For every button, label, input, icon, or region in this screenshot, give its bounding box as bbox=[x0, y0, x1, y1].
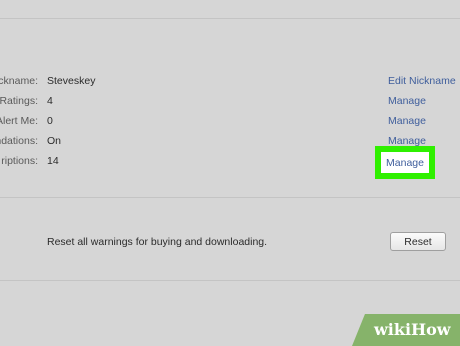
alert-me-value: 0 bbox=[47, 115, 53, 127]
nickname-label: Nickname: bbox=[0, 75, 38, 87]
ratings-label: Ratings: bbox=[0, 95, 38, 107]
edit-nickname-link[interactable]: Edit Nickname bbox=[388, 75, 456, 87]
recommendations-value: On bbox=[47, 135, 62, 147]
alert-me-row: Alert Me: 0 Manage bbox=[0, 113, 460, 131]
ratings-row: Ratings: 4 Manage bbox=[0, 93, 460, 111]
ratings-value: 4 bbox=[47, 95, 53, 107]
wikihow-watermark: wikiHow bbox=[352, 314, 460, 346]
reset-warnings-description: Reset all warnings for buying and downlo… bbox=[47, 236, 268, 248]
subscriptions-value: 14 bbox=[47, 155, 59, 167]
manage-subscriptions-link[interactable]: Manage bbox=[381, 152, 429, 173]
subscriptions-label: riptions: bbox=[1, 155, 38, 167]
highlighted-manage-subscriptions: Manage bbox=[375, 146, 435, 179]
nickname-row: Nickname: Steveskey Edit Nickname bbox=[0, 73, 460, 91]
reset-button[interactable]: Reset bbox=[390, 232, 446, 251]
manage-alert-me-link[interactable]: Manage bbox=[388, 115, 426, 127]
nickname-value: Steveskey bbox=[47, 75, 96, 87]
wikihow-logo: wikiHow bbox=[374, 320, 451, 339]
middle-divider bbox=[0, 197, 460, 198]
alert-me-label: Alert Me: bbox=[0, 115, 38, 127]
top-divider bbox=[0, 18, 460, 19]
manage-ratings-link[interactable]: Manage bbox=[388, 95, 426, 107]
recommendations-label: endations: bbox=[0, 135, 38, 147]
bottom-divider bbox=[0, 280, 460, 281]
